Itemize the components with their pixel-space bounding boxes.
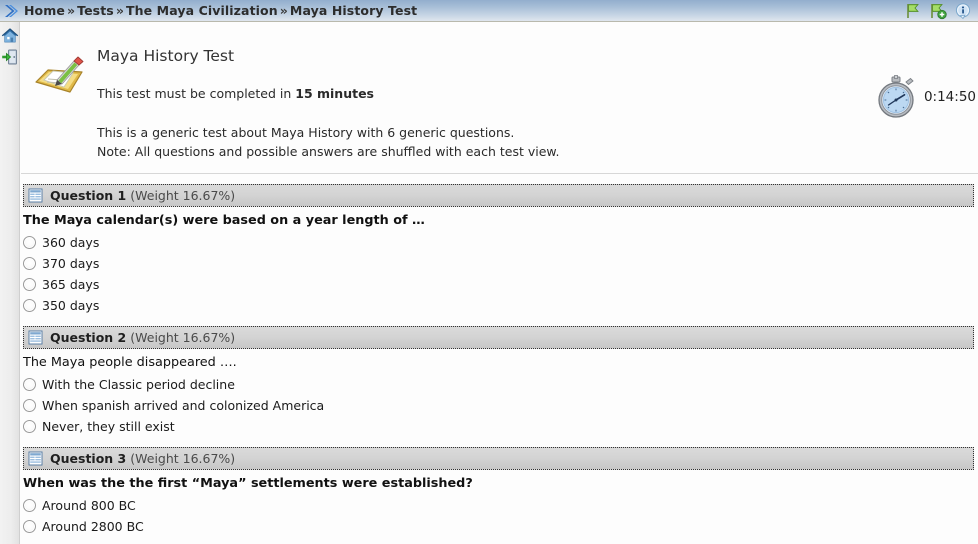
question-1-options: 360 days 370 days 365 days 350 days <box>21 232 978 316</box>
logout-icon[interactable] <box>1 48 19 66</box>
question-1-prompt: The Maya calendar(s) were based on a yea… <box>23 213 425 228</box>
test-description: This is a generic test about Maya Histor… <box>97 123 559 161</box>
question-2-option[interactable]: Never, they still exist <box>23 416 978 437</box>
test-time-limit: 15 minutes <box>295 86 374 101</box>
option-label: When spanish arrived and colonized Ameri… <box>42 398 325 413</box>
breadcrumb-item-tests[interactable]: Tests <box>77 3 114 18</box>
question-1-weight: (Weight 16.67%) <box>130 188 236 203</box>
question-2-header: Question 2 (Weight 16.67%) <box>23 326 974 349</box>
question-2-options: With the Classic period decline When spa… <box>21 374 978 437</box>
breadcrumb-separator: » <box>66 3 76 18</box>
radio-button[interactable] <box>23 257 36 270</box>
blue-chevron-right-icon <box>0 0 22 22</box>
question-1-option[interactable]: 350 days <box>23 295 978 316</box>
flag-add-icon[interactable] <box>929 2 947 20</box>
home-icon[interactable] <box>1 27 19 45</box>
radio-button[interactable] <box>23 399 36 412</box>
test-description-line-1: This is a generic test about Maya Histor… <box>97 125 515 140</box>
question-2-prompt: The Maya people disappeared …. <box>23 355 237 370</box>
test-header: Maya History Test This test must be comp… <box>21 23 978 174</box>
stopwatch-icon <box>874 75 918 119</box>
question-1-label: Question 1 <box>50 188 127 203</box>
timer-value: 0:14:50 <box>923 89 976 105</box>
question-3-header: Question 3 (Weight 16.67%) <box>23 447 974 470</box>
breadcrumb-separator: » <box>115 3 125 18</box>
question-3-prompt: When was the the first “Maya” settlement… <box>23 476 473 491</box>
question-1-option[interactable]: 365 days <box>23 274 978 295</box>
flag-icon[interactable] <box>904 2 922 20</box>
radio-button[interactable] <box>23 520 36 533</box>
question-3-weight: (Weight 16.67%) <box>130 451 236 466</box>
question-3-label: Question 3 <box>50 451 127 466</box>
option-label: 370 days <box>42 256 100 271</box>
radio-button[interactable] <box>23 378 36 391</box>
breadcrumb: Home» Tests» The Maya Civilization» Maya Hi… <box>22 3 417 18</box>
pencil-writing-icon <box>33 50 85 102</box>
test-page: Home» Tests» The Maya Civilization» Maya Hi… <box>0 0 978 544</box>
option-label: 365 days <box>42 277 100 292</box>
topbar-icon-group <box>904 1 972 21</box>
question-3-options: Around 800 BC Around 2800 BC <box>21 495 978 537</box>
option-label: 360 days <box>42 235 100 250</box>
question-3-option[interactable]: Around 2800 BC <box>23 516 978 537</box>
radio-button[interactable] <box>23 499 36 512</box>
option-label: Around 800 BC <box>42 498 136 513</box>
option-label: Never, they still exist <box>42 419 175 434</box>
test-time-notice: This test must be completed in 15 minute… <box>97 86 374 101</box>
main-content: Maya History Test This test must be comp… <box>21 23 978 544</box>
breadcrumb-item-maya-civilization[interactable]: The Maya Civilization <box>126 3 278 18</box>
page-title: Maya History Test <box>97 47 235 65</box>
test-description-line-2: Note: All questions and possible answers… <box>97 144 560 159</box>
breadcrumb-bar: Home» Tests» The Maya Civilization» Maya Hi… <box>0 0 978 22</box>
test-timer: 0:14:50 <box>874 75 976 119</box>
question-form-icon <box>28 330 43 345</box>
question-1-header: Question 1 (Weight 16.67%) <box>23 184 974 207</box>
radio-button[interactable] <box>23 420 36 433</box>
breadcrumb-item-maya-history-test[interactable]: Maya History Test <box>290 3 417 18</box>
radio-button[interactable] <box>23 278 36 291</box>
question-1-option[interactable]: 360 days <box>23 232 978 253</box>
breadcrumb-separator: » <box>279 3 288 18</box>
question-form-icon <box>28 188 43 203</box>
question-form-icon <box>28 451 43 466</box>
question-1-option[interactable]: 370 days <box>23 253 978 274</box>
question-2-option[interactable]: When spanish arrived and colonized Ameri… <box>23 395 978 416</box>
question-block: Question 1 (Weight 16.67%) The Maya cale… <box>21 184 978 316</box>
option-label: 350 days <box>42 298 100 313</box>
question-block: Question 3 (Weight 16.67%) When was the … <box>21 447 978 537</box>
question-3-option[interactable]: Around 800 BC <box>23 495 978 516</box>
question-block: Question 2 (Weight 16.67%) The Maya peop… <box>21 326 978 437</box>
test-time-notice-prefix: This test must be completed in <box>97 86 296 101</box>
breadcrumb-item-home[interactable]: Home <box>24 3 65 18</box>
question-2-option[interactable]: With the Classic period decline <box>23 374 978 395</box>
info-icon[interactable] <box>954 2 972 20</box>
radio-button[interactable] <box>23 299 36 312</box>
left-rail <box>0 22 20 544</box>
question-2-weight: (Weight 16.67%) <box>130 330 236 345</box>
question-2-label: Question 2 <box>50 330 127 345</box>
option-label: With the Classic period decline <box>42 377 235 392</box>
radio-button[interactable] <box>23 236 36 249</box>
option-label: Around 2800 BC <box>42 519 144 534</box>
